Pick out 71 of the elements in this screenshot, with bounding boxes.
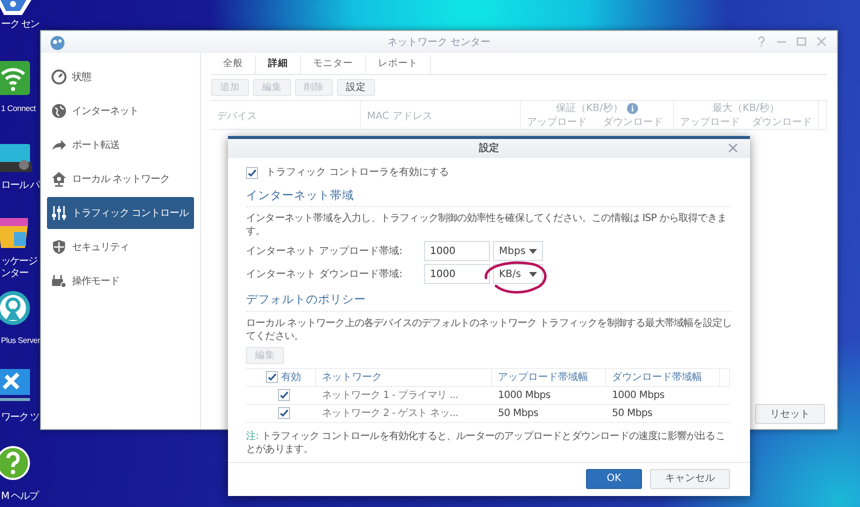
description-text: インターネット帯域を入力し、トラフィック制御の効率性を確保してください。この情報は ISP から取得できます。 <box>246 212 728 238</box>
table-cell-text: 1000 Mbps <box>612 388 664 402</box>
checkbox[interactable] <box>278 389 290 401</box>
app-label: Plus Server <box>1 335 40 347</box>
note-text: 注: トラフィック コントロールを有効化すると、ルーターのアップロードとダウンロードの速度に影響が出ることがあります。 <box>246 430 726 456</box>
field-label: インターネット ダウンロード帯域: <box>246 268 404 282</box>
table-cell-text: 1000 Mbps <box>498 388 550 402</box>
app-label: M ヘルプ <box>1 491 38 503</box>
app-label: ーク セン <box>1 19 40 31</box>
table-cell-text: ネットワーク 1 - プライマリ ... <box>322 388 458 402</box>
column-header: MAC アドレス <box>367 110 432 124</box>
globe-icon <box>51 103 67 119</box>
shield-icon <box>51 239 67 255</box>
description-text: ローカル ネットワーク上の各デバイスのデフォルトのネットワーク トラフィックを制御する最大帯域幅を設定してください。 <box>246 316 732 342</box>
toolbar-button[interactable]: 設定 <box>337 79 375 96</box>
column-header: 最大（KB/秒） <box>712 102 780 116</box>
sidebar-item[interactable]: セキュリティ <box>47 231 194 263</box>
table-cell-text: 50 Mbps <box>498 406 538 420</box>
caret-icon <box>529 272 537 277</box>
sidebar-item[interactable]: ポート転送 <box>47 129 194 161</box>
column-header: 保証（KB/秒） <box>556 102 623 116</box>
table-cell-text: 50 Mbps <box>612 406 652 420</box>
sidebar-item[interactable]: 状態 <box>47 61 194 93</box>
section-heading: デフォルトのポリシー <box>246 291 732 312</box>
caret-icon <box>529 248 537 254</box>
tab[interactable]: モニター <box>301 55 366 74</box>
section-heading: インターネット帯域 <box>246 187 732 208</box>
column-header: 有効 <box>281 370 301 384</box>
dialog-title: 設定 <box>479 141 499 156</box>
table-cell-text: ネットワーク 2 - ゲスト ネッ... <box>322 406 458 420</box>
column-header: アップロード <box>679 116 741 130</box>
unit-dropdown[interactable]: KB/s <box>493 264 543 284</box>
router-gear-icon <box>51 273 67 289</box>
column-header: アップロード <box>526 116 588 130</box>
column-header: デバイス <box>217 110 257 124</box>
column-header: ネットワーク <box>322 370 382 384</box>
info-icon[interactable] <box>626 103 638 114</box>
house-icon <box>51 171 67 187</box>
sliders-icon <box>51 205 67 221</box>
column-header: ダウンロード <box>602 116 664 130</box>
gauge-icon <box>51 69 67 85</box>
checkbox[interactable] <box>246 166 258 178</box>
app-label: ロール パ <box>1 180 40 192</box>
bandwidth-input[interactable]: 1000 <box>424 264 490 284</box>
bandwidth-input[interactable]: 1000 <box>424 241 490 262</box>
window-title: ネットワーク センター <box>387 36 491 50</box>
tab[interactable]: 全般 <box>211 55 256 74</box>
column-header: ダウンロード <box>751 116 813 130</box>
column-header: アップロード帯域幅 <box>498 370 588 384</box>
unit-dropdown[interactable]: Mbps <box>493 241 543 262</box>
field-label: インターネット アップロード帯域: <box>246 244 404 259</box>
reset-button[interactable]: リセット <box>755 404 825 424</box>
column-header: ダウンロード帯域幅 <box>612 370 702 384</box>
arrow-icon <box>51 137 67 153</box>
tab[interactable]: 詳細 <box>256 55 301 74</box>
sidebar-item[interactable]: トラフィック コントロール <box>47 197 194 229</box>
cancel-button[interactable]: キャンセル <box>650 468 730 488</box>
app-label: ワーク ツ <box>1 412 40 424</box>
sidebar-item[interactable]: ローカル ネットワーク <box>47 163 194 195</box>
tab[interactable]: レポート <box>366 55 431 74</box>
close-icon[interactable] <box>728 143 738 153</box>
app-label: 1 Connect <box>1 103 36 115</box>
sidebar-item[interactable]: インターネット <box>47 95 194 127</box>
ok-button[interactable]: OK <box>586 468 642 488</box>
app-logo-icon <box>49 34 66 51</box>
checkbox[interactable] <box>278 407 290 419</box>
app-label: ンター <box>1 268 28 280</box>
sidebar-item[interactable]: 操作モード <box>47 265 194 297</box>
app-label: ッケージ <box>1 256 37 268</box>
checkbox[interactable] <box>266 371 278 383</box>
checkbox-label: トラフィック コントローラを有効にする <box>266 166 450 180</box>
